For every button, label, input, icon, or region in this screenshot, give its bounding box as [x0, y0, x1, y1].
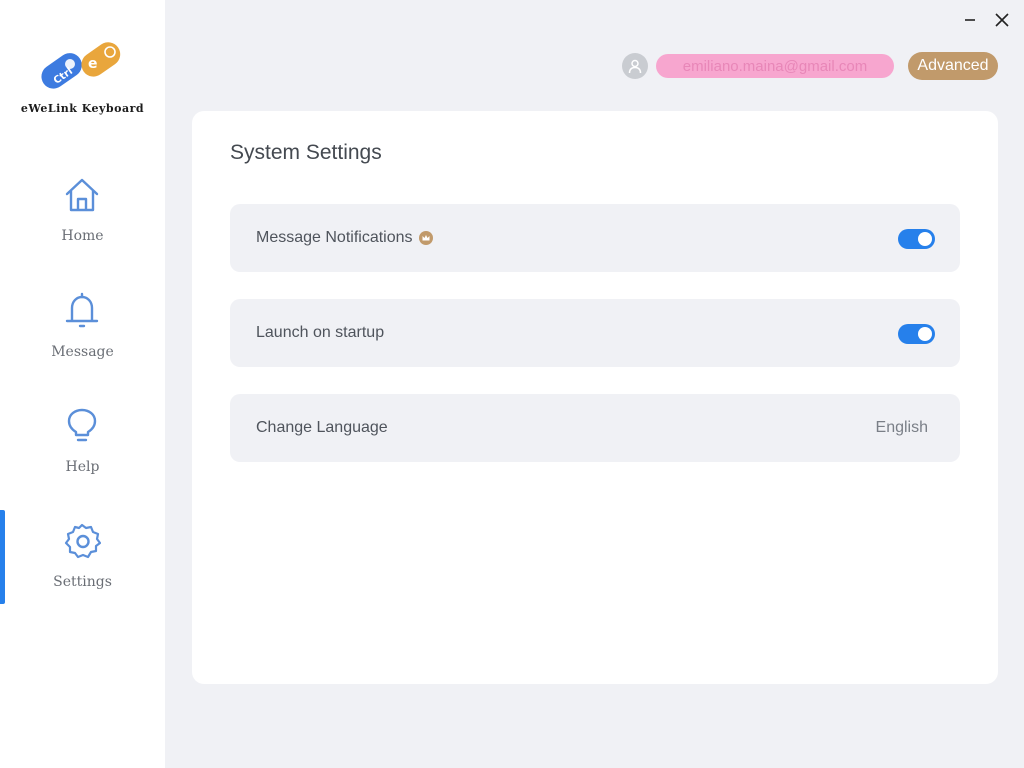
premium-crown-icon [418, 231, 433, 245]
active-indicator [0, 510, 5, 604]
sidebar-item-label: Home [61, 228, 104, 244]
close-icon[interactable] [992, 10, 1012, 30]
page-title: System Settings [230, 141, 382, 164]
setting-label: Launch on startup [256, 324, 385, 341]
sidebar-item-label: Settings [53, 574, 112, 590]
language-value: English [875, 419, 928, 436]
notifications-toggle[interactable] [898, 229, 935, 249]
setting-launch-on-startup: Launch on startup [230, 299, 960, 367]
sidebar-item-home[interactable]: Home [0, 176, 165, 272]
sidebar-item-message[interactable]: Message [0, 292, 165, 388]
sidebar-item-settings[interactable]: Settings [0, 522, 165, 618]
sidebar-item-help[interactable]: Help [0, 407, 165, 503]
minimize-icon[interactable] [960, 10, 980, 30]
settings-card: System Settings Message Notifications La… [192, 111, 998, 684]
sidebar: Ctrl e eWeLink Keyboard Home Message Hel… [0, 0, 165, 768]
home-icon [65, 178, 99, 212]
advanced-button[interactable]: Advanced [908, 52, 998, 80]
setting-message-notifications: Message Notifications [230, 204, 960, 272]
startup-toggle[interactable] [898, 324, 935, 344]
gear-icon [64, 523, 101, 559]
sidebar-item-label: Help [65, 459, 100, 475]
lightbulb-icon [67, 408, 97, 442]
ctrl-e-logo-icon: Ctrl e [41, 42, 121, 89]
app-name: eWeLink Keyboard [20, 102, 145, 115]
app-logo: Ctrl e eWeLink Keyboard [0, 38, 165, 128]
setting-label: Message Notifications [256, 229, 413, 246]
setting-label: Change Language [256, 419, 388, 436]
setting-change-language[interactable]: Change Language English [230, 394, 960, 462]
account-email: emiliano.maina@gmail.com [656, 54, 894, 78]
svg-text:e: e [88, 56, 98, 72]
account-info[interactable]: emiliano.maina@gmail.com [622, 51, 894, 81]
sidebar-item-label: Message [51, 344, 114, 360]
user-icon [628, 59, 642, 74]
bell-icon [65, 292, 99, 328]
avatar [622, 53, 648, 79]
